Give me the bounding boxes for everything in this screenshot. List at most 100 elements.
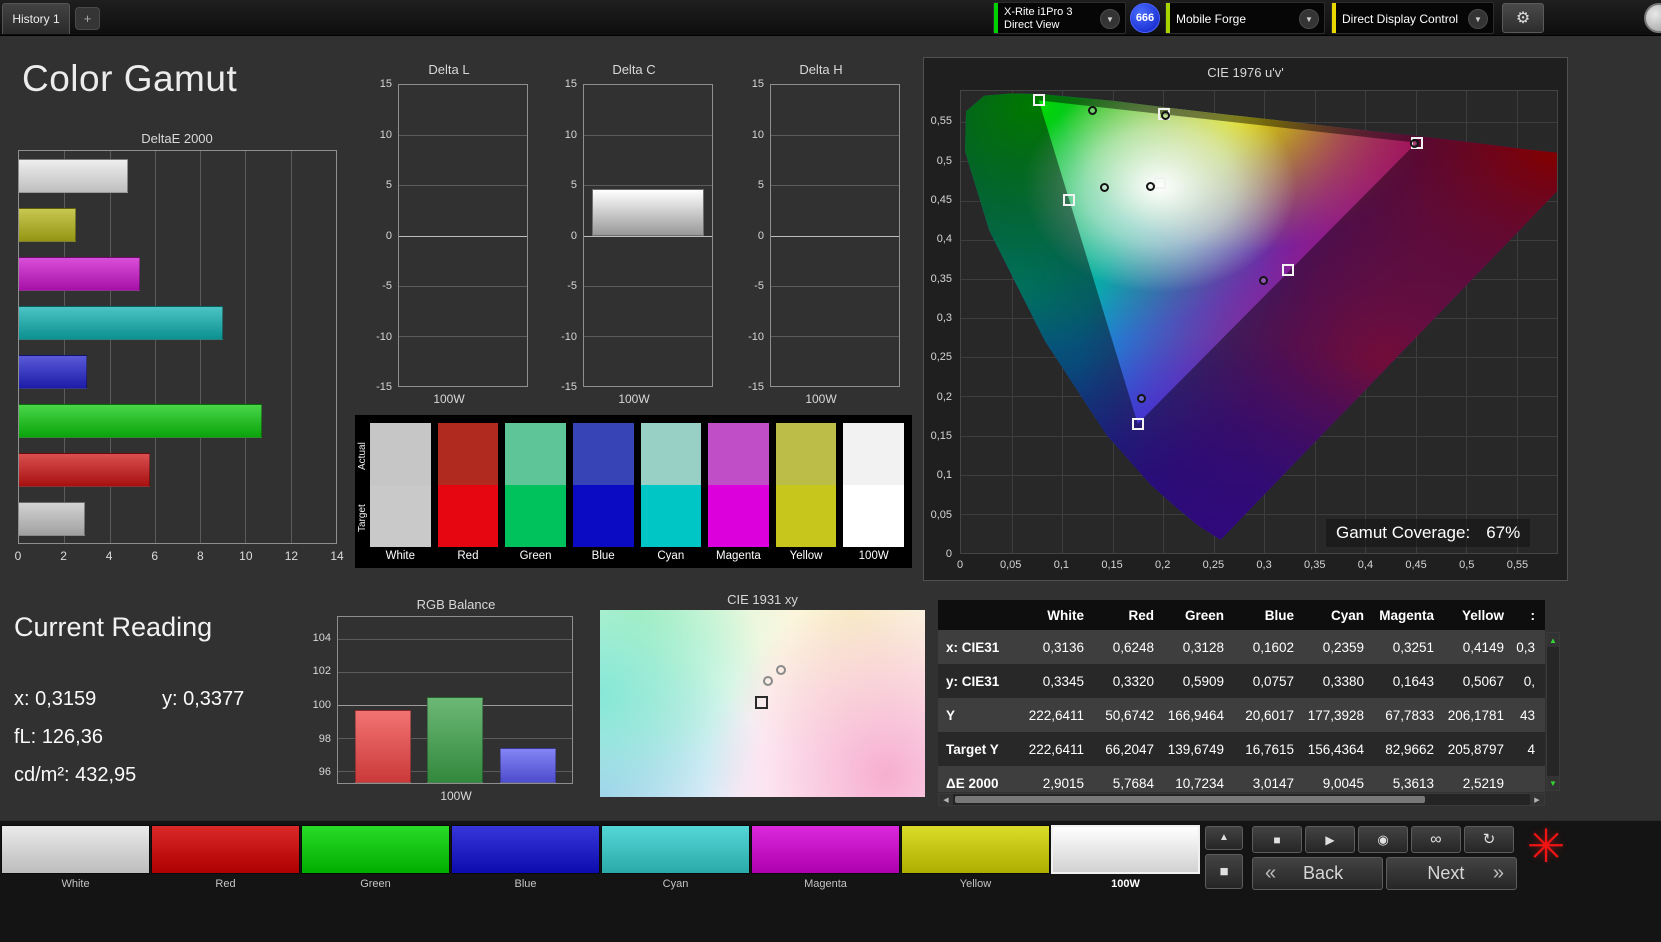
ytick-label: 15	[379, 78, 392, 90]
actual-target-panel: Actual Target White Red Green Blue Cyan Magen…	[355, 415, 912, 568]
cell-value: 0,3320	[1112, 673, 1154, 689]
swatch-actual-magenta	[708, 423, 769, 485]
cell-value	[1514, 766, 1545, 792]
collapse-button[interactable]: ▲	[1205, 826, 1243, 850]
cie-ytick: 0,4	[936, 233, 952, 246]
delta-l-xlabel: 100W	[433, 392, 465, 406]
continuous-measure-button[interactable]: ∞	[1411, 826, 1461, 853]
cd-label: cd/m²:	[14, 764, 70, 786]
scroll-left-button[interactable]: ◀	[939, 794, 953, 805]
display-control-dropdown[interactable]: Direct Display Control ▼	[1331, 2, 1494, 34]
scroll-up-button[interactable]: ▲	[1547, 633, 1559, 647]
cell-value: 66,2047	[1105, 741, 1154, 757]
pattern-window-badge[interactable]: 666	[1130, 3, 1160, 33]
reading-fl-line: fL: 126,36	[14, 726, 103, 749]
cell-value: 10,7234	[1175, 775, 1224, 791]
cell-value: 9,0045	[1322, 775, 1364, 791]
table-header-cell: Red	[1128, 607, 1154, 623]
ytick-label: 15	[751, 78, 764, 90]
cell-value: 0,5909	[1182, 673, 1224, 689]
record-icon: ◉	[1377, 832, 1389, 847]
pattern-swatch-white[interactable]: White	[1, 825, 150, 890]
pattern-swatch-blue[interactable]: Blue	[451, 825, 600, 890]
play-button[interactable]: ▶	[1305, 826, 1355, 853]
cie1931-markers	[600, 610, 925, 797]
history-tab[interactable]: History 1	[2, 3, 70, 34]
table-row: Target Y 222,6411 66,2047 139,6749 16,7615 15…	[938, 732, 1545, 766]
record-button[interactable]: ◉	[1358, 826, 1408, 853]
swatch-column-green: Green	[505, 423, 566, 565]
cie1976-yaxis: 0,55 0,5 0,45 0,4 0,35 0,3 0,25 0,2 0,15 0,1 0,05 0	[924, 90, 957, 560]
top-bar: History 1 + X-Rite i1Pro 3 Direct View ▼…	[0, 0, 1661, 36]
ytick-label: 10	[379, 128, 392, 141]
pattern-swatch-yellow[interactable]: Yellow	[901, 825, 1050, 890]
swatch-label: Magenta	[716, 550, 761, 562]
cell-value: 5,3613	[1392, 775, 1434, 791]
actual-row-label: Actual	[357, 442, 368, 470]
back-button[interactable]: « Back	[1252, 857, 1383, 890]
ytick-label: -5	[382, 280, 392, 292]
corner-status-icon[interactable]	[1644, 3, 1661, 33]
pattern-color	[151, 825, 300, 874]
meter-dropdown[interactable]: X-Rite i1Pro 3 Direct View ▼	[993, 2, 1126, 34]
cie-xtick: 0,05	[999, 559, 1022, 571]
pattern-swatch-green[interactable]: Green	[301, 825, 450, 890]
gridline	[584, 285, 712, 287]
pattern-label: Green	[360, 878, 391, 890]
rgb-bar-green	[427, 696, 483, 783]
scroll-right-button[interactable]: ▶	[1530, 794, 1544, 805]
settings-button[interactable]: ⚙	[1502, 3, 1544, 33]
cell-value: 5,7684	[1112, 775, 1154, 791]
pattern-swatch-100w[interactable]: 100W	[1051, 825, 1200, 890]
pattern-window-button[interactable]: ■	[1205, 854, 1243, 889]
ytick-label: 15	[564, 78, 577, 90]
gridline	[771, 135, 899, 137]
stop-button[interactable]: ■	[1252, 826, 1302, 853]
add-tab-button[interactable]: +	[75, 7, 100, 30]
deltae-title: DeltaE 2000	[141, 131, 213, 146]
bar-slot	[19, 200, 336, 249]
swatch-column-yellow: Yellow	[775, 423, 837, 565]
cell-value: 4	[1527, 741, 1535, 757]
swatch-column-red: Red	[437, 423, 499, 565]
cie-measure-green	[1088, 106, 1098, 116]
rgb-balance-xlabel: 100W	[440, 789, 472, 803]
deltae-bar-100w	[19, 158, 128, 193]
delta-c-xlabel: 100W	[618, 392, 650, 406]
cie-target-magenta	[1282, 263, 1295, 276]
table-vscrollbar[interactable]: ▲ ▼	[1546, 632, 1560, 791]
gridline	[771, 335, 899, 337]
hscroll-thumb[interactable]	[955, 796, 1425, 803]
deltae-xtick: 4	[105, 549, 113, 563]
gridline	[584, 135, 712, 137]
cie1931-plot	[600, 610, 925, 797]
deltae-xtick: 0	[14, 549, 22, 563]
reading-xy-line: x: 0,3159 y: 0,3377	[14, 688, 244, 711]
cell-value: 50,6742	[1105, 707, 1154, 723]
table-hscrollbar[interactable]: ◀ ▶	[938, 793, 1545, 806]
cie-ytick: 0	[945, 548, 952, 560]
pattern-swatch-red[interactable]: Red	[151, 825, 300, 890]
cie1931-chart: CIE 1931 xy	[600, 592, 925, 804]
table-header-cell: Yellow	[1461, 607, 1504, 623]
meter-accent-bar	[994, 3, 998, 33]
scroll-down-button[interactable]: ▼	[1547, 776, 1559, 790]
cie1931-title: CIE 1931 xy	[727, 592, 798, 607]
source-dropdown[interactable]: Mobile Forge ▼	[1165, 2, 1325, 34]
gridline	[771, 285, 899, 287]
cie1976-markers	[961, 91, 1557, 553]
loop-button[interactable]: ↻	[1464, 826, 1514, 853]
next-button[interactable]: Next »	[1386, 857, 1517, 890]
pattern-swatch-magenta[interactable]: Magenta	[751, 825, 900, 890]
pattern-swatch-cyan[interactable]: Cyan	[601, 825, 750, 890]
back-label: Back	[1303, 863, 1344, 883]
ytick-label: 10	[751, 128, 764, 141]
delta_c-chart: Delta C 15 10 5 0 -5 -10 -15 100W	[553, 62, 715, 410]
measure-indicator-button[interactable]: ✳	[1520, 817, 1572, 875]
cie-ytick: 0,25	[930, 351, 952, 364]
swatch-target-white	[370, 485, 431, 547]
cell-value: 222,6411	[1028, 707, 1084, 723]
rgb-balance-yaxis: 104 102 100 98 96	[311, 616, 335, 784]
cell-value: 205,8797	[1447, 741, 1504, 757]
swatch-column-white: White	[370, 423, 431, 565]
